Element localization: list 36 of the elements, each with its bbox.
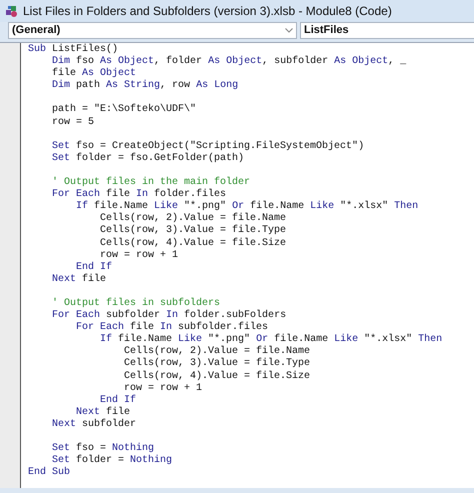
code-line: End Sub bbox=[28, 467, 70, 480]
code-line: If file.Name Like "*.png" Or file.Name Like "*.xlsx" Then bbox=[75, 201, 418, 212]
code-line: Set folder = Nothing bbox=[51, 455, 172, 466]
code-line: Set folder = fso.GetFolder(path) bbox=[51, 152, 244, 165]
code-line: Next file bbox=[75, 406, 130, 418]
code-line: row = row + 1 bbox=[99, 250, 178, 262]
window-title: List Files in Folders and Subfolders (version 3).xlsb - Module8 (Code) bbox=[23, 3, 392, 20]
procedure-dropdown[interactable]: ListFiles bbox=[300, 22, 474, 39]
code-line: row = row + 1 bbox=[123, 382, 202, 394]
code-line: End If bbox=[75, 262, 112, 274]
chevron-down-icon bbox=[285, 28, 293, 33]
code-line: Dim path As String, row As Long bbox=[51, 80, 238, 92]
code-line: Next file bbox=[51, 274, 106, 286]
app-icon bbox=[5, 4, 19, 18]
code-line: ' Output files in the main folder bbox=[51, 177, 250, 188]
code-line: path = "E:\Softeko\UDF\" bbox=[51, 104, 196, 117]
code-line: file As Object bbox=[51, 68, 136, 80]
code-line: Set fso = Nothing bbox=[51, 443, 154, 454]
code-line: Next subfolder bbox=[51, 418, 136, 431]
code-line: Cells(row, 4).Value = file.Size bbox=[99, 238, 286, 250]
code-line: row = 5 bbox=[51, 116, 94, 129]
code-line: Cells(row, 2).Value = file.Name bbox=[99, 213, 286, 224]
code-line: Sub ListFiles() bbox=[28, 44, 118, 56]
code-line: For Each file In subfolder.files bbox=[75, 322, 268, 334]
code-line: Cells(row, 3).Value = file.Type bbox=[99, 225, 286, 238]
code-line: Cells(row, 2).Value = file.Name bbox=[123, 346, 310, 358]
code-line: If file.Name Like "*.png" Or file.Name Like "*.xlsx" Then bbox=[99, 334, 442, 346]
code-line: End If bbox=[99, 394, 136, 406]
code-line: For Each file In folder.files bbox=[51, 189, 226, 200]
code-line: Cells(row, 4).Value = file.Size bbox=[123, 370, 310, 383]
code-line: ' Output files in subfolders bbox=[51, 298, 220, 310]
code-line: For Each subfolder In folder.subFolders bbox=[51, 310, 286, 322]
code-line: Set fso = CreateObject("Scripting.FileSystemObject") bbox=[51, 140, 364, 152]
object-dropdown[interactable]: (General) bbox=[8, 22, 297, 39]
code-line: Cells(row, 3).Value = file.Type bbox=[123, 358, 310, 370]
code-line: Dim fso As Object, folder As Object, subfolder As Object, _ bbox=[51, 56, 406, 68]
